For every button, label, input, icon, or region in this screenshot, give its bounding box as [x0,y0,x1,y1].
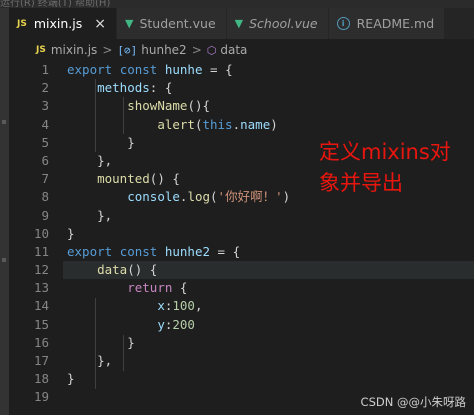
breadcrumb-symbol[interactable]: hunhe2 [141,43,186,57]
code-line-4: alert(this.name) [157,116,278,132]
line-number: 18 [33,371,49,387]
code-lines: export const hunhe = { methods: { showNa… [63,61,474,407]
code-line-3: showName(){ [127,98,211,114]
code-line-12: data() { [63,261,474,280]
line-number: 2 [41,80,49,96]
breadcrumb-member[interactable]: data [220,43,247,57]
code-line-18: } [67,371,75,387]
line-number: 16 [33,334,49,350]
code-line-14: x:100, [157,298,203,314]
line-number: 7 [41,171,49,187]
line-number: 19 [33,389,49,405]
breadcrumb-separator: > [191,43,202,57]
line-number: 4 [41,116,49,132]
watermark: CSDN @@小朱呀路 [360,395,466,409]
tab-label: README.md [356,16,435,31]
info-file-icon: i [336,17,350,30]
line-number: 10 [33,225,49,241]
tab-bar: JS mixin.js × ▼ Student.vue ▼ School.vue… [9,8,474,39]
breadcrumb-file[interactable]: mixin.js [51,43,97,57]
code-line-16: } [127,334,135,350]
line-number: 14 [33,298,49,314]
tab-label: School.vue [249,16,318,31]
line-number-gutter: 1 2 3 4 5 6 7 8 9 10 11 12 13 14 15 16 1… [9,61,49,407]
annotation-text: 定义mixins对 象并导出 [319,137,469,199]
line-number: 12 [33,262,49,278]
code-line-9: }, [97,207,113,223]
code-line-10: } [67,225,75,241]
code-editor[interactable]: 1 2 3 4 5 6 7 8 9 10 11 12 13 14 15 16 1… [9,61,474,415]
code-line-15: y:200 [157,316,195,332]
activity-bar-mark-icon [2,258,6,262]
code-line-17: }, [97,353,113,368]
menu-bar-text: 运行(R) 终端(T) 帮助(H) [0,0,111,8]
code-line-11: export const hunhe2 = { [67,243,241,259]
tab-school-vue[interactable]: ▼ School.vue [226,8,329,39]
tab-label: Student.vue [139,16,216,31]
vscode-window: 运行(R) 终端(T) 帮助(H) JS mixin.js × ▼ Studen… [0,0,474,415]
js-file-icon: JS [17,18,27,29]
vue-file-icon: ▼ [124,17,134,30]
line-number: 9 [41,207,49,223]
line-number: 11 [33,243,49,259]
code-line-13: return { [127,280,188,296]
tab-readme-md[interactable]: i README.md [328,8,446,39]
activity-bar [0,8,9,415]
close-icon[interactable]: × [94,16,106,32]
line-number: 5 [41,134,49,150]
line-number: 15 [33,316,49,332]
tab-label: mixin.js [33,16,83,31]
cube-icon: ⬡ [206,43,217,57]
tab-student-vue[interactable]: ▼ Student.vue [116,8,227,39]
braces-icon: [⊘] [117,43,138,57]
line-number: 17 [33,353,49,368]
line-number: 8 [41,189,49,205]
line-number: 13 [33,280,49,296]
line-number: 3 [41,98,49,114]
code-line-2: methods: { [97,80,173,96]
annotation-line-1: 定义mixins对 [319,140,451,164]
vue-file-icon: ▼ [234,17,244,30]
js-file-icon: JS [36,45,46,55]
breadcrumb: JS mixin.js > [⊘] hunhe2 > ⬡ data [9,39,474,61]
breadcrumb-separator: > [102,43,113,57]
activity-bar-mark-icon [2,120,6,124]
menu-bar-strip: 运行(R) 终端(T) 帮助(H) [0,0,474,8]
code-line-1: export const hunhe = { [67,62,233,77]
tab-mixin-js[interactable]: JS mixin.js × [9,8,117,39]
line-number: 1 [41,62,49,77]
line-number: 6 [41,152,49,168]
annotation-line-2: 象并导出 [319,171,403,195]
